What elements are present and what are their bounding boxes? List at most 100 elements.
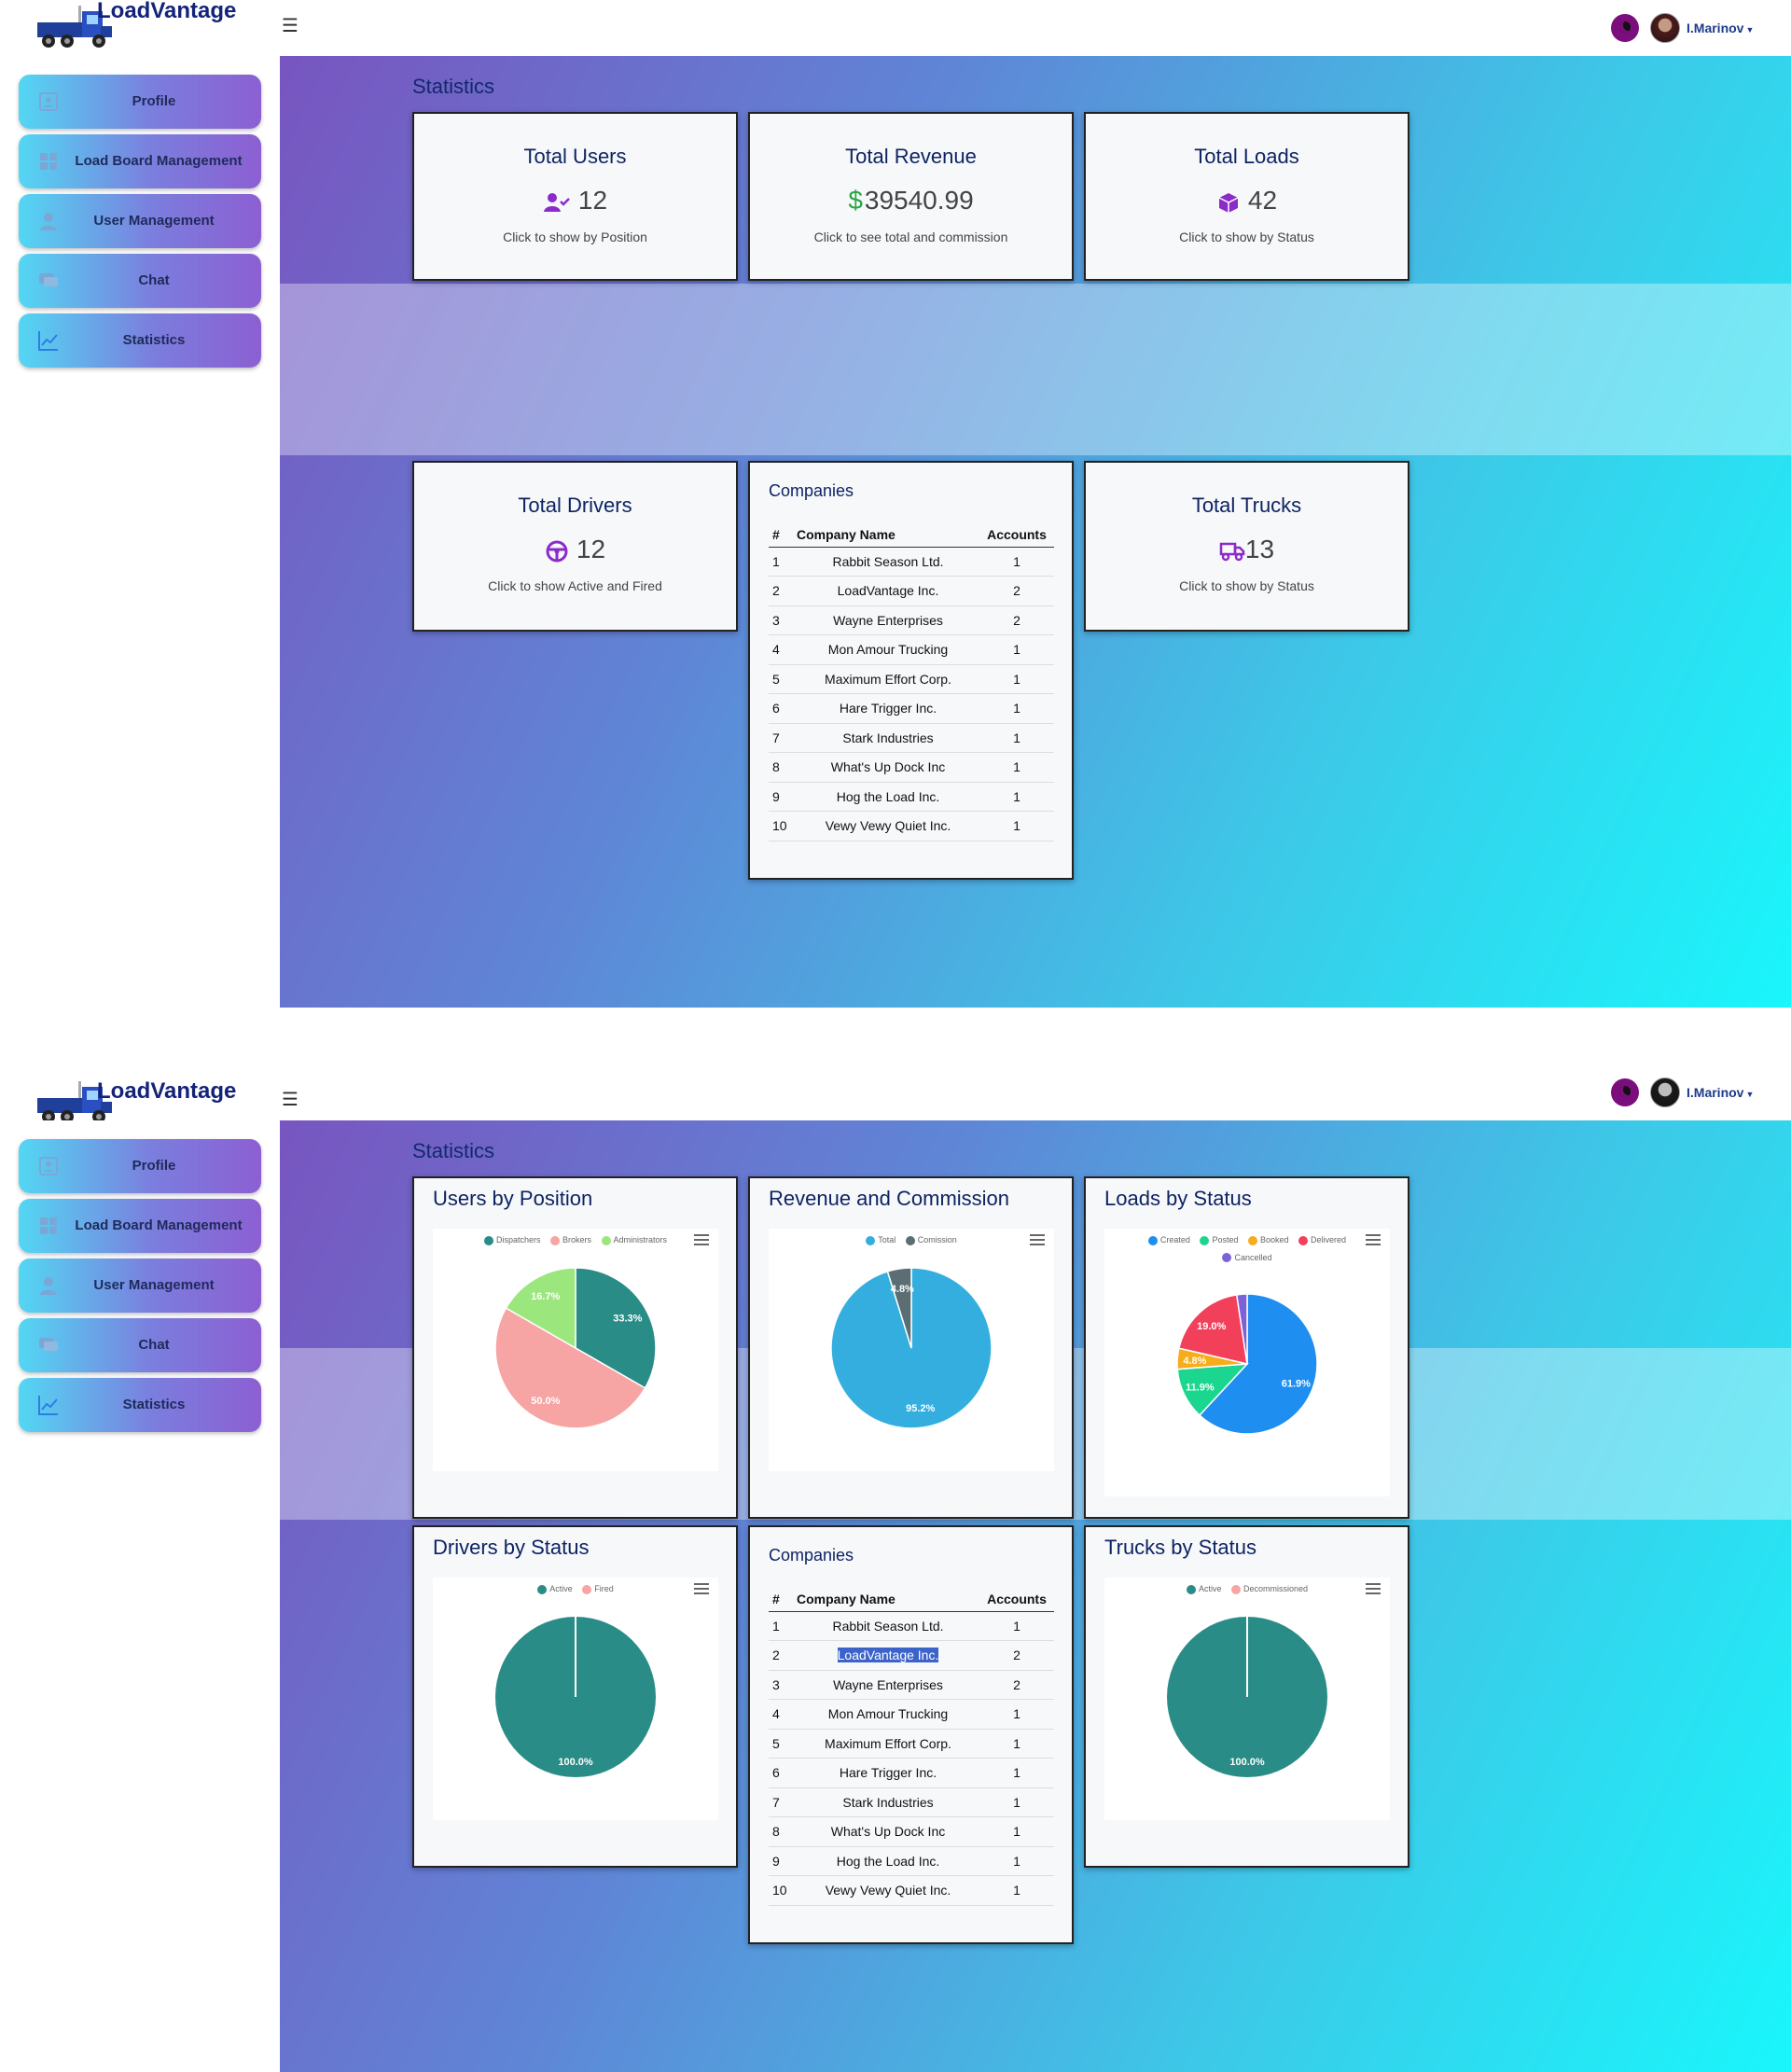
dark-mode-toggle[interactable] bbox=[1611, 14, 1639, 42]
cell-index: 2 bbox=[769, 1640, 797, 1671]
cell-company: Hog the Load Inc. bbox=[797, 782, 979, 812]
dark-mode-toggle[interactable] bbox=[1611, 1078, 1639, 1106]
selected-text[interactable]: LoadVantage Inc. bbox=[837, 1648, 939, 1663]
user-dropdown[interactable]: I.Marinov ▼ bbox=[1687, 21, 1754, 35]
stat-link[interactable]: Click to show by Status bbox=[1086, 229, 1408, 244]
chart-title: Drivers by Status bbox=[433, 1536, 590, 1559]
stat-value: $39540.99 bbox=[750, 186, 1072, 216]
sidebar-item-profile[interactable]: Profile bbox=[19, 1139, 261, 1193]
sidebar-item-label: Chat bbox=[138, 272, 170, 288]
sidebar-item-user-management[interactable]: User Management bbox=[19, 1258, 261, 1313]
total-loads-card[interactable]: Total Loads 42 Click to show by Status bbox=[1084, 112, 1409, 281]
user-name: I.Marinov bbox=[1687, 21, 1744, 35]
sidebar-item-load-board[interactable]: Load Board Management bbox=[19, 1199, 261, 1253]
total-drivers-card[interactable]: Total Drivers 12 Click to show Active an… bbox=[412, 461, 738, 632]
cell-company: LoadVantage Inc. bbox=[797, 576, 979, 606]
cell-index: 3 bbox=[769, 605, 797, 635]
total-trucks-value: 13 bbox=[1244, 535, 1275, 563]
cell-accounts: 2 bbox=[979, 605, 1054, 635]
revenue-commission-card: Revenue and Commission Total Comission 9… bbox=[748, 1176, 1074, 1519]
cell-index: 3 bbox=[769, 1670, 797, 1700]
chart-title: Loads by Status bbox=[1104, 1187, 1252, 1210]
sidebar-item-profile[interactable]: Profile bbox=[19, 75, 261, 129]
cell-accounts: 2 bbox=[979, 576, 1054, 606]
cell-accounts: 1 bbox=[979, 1729, 1054, 1759]
table-row: 6 Hare Trigger Inc. 1 bbox=[769, 1758, 1054, 1788]
chart-container: Active Decommissioned 100.0% bbox=[1104, 1578, 1390, 1820]
pie-data-label: 100.0% bbox=[1229, 1757, 1265, 1768]
stat-link[interactable]: Click to show by Status bbox=[1086, 578, 1408, 593]
dollar-icon: $ bbox=[848, 186, 863, 215]
pie-chart: 33.3% 50.0% 16.7% bbox=[494, 1267, 657, 1429]
avatar[interactable] bbox=[1650, 13, 1680, 43]
total-revenue-card[interactable]: Total Revenue $39540.99 Click to see tot… bbox=[748, 112, 1074, 281]
top-navbar: LoadVantage ☰ I.Marinov ▼ bbox=[0, 1064, 1791, 1123]
cell-index: 5 bbox=[769, 664, 797, 694]
column-header: # bbox=[769, 522, 797, 548]
companies-table: # Company Name Accounts 1 Rabbit Season L… bbox=[769, 1587, 1054, 1906]
table-row: 5 Maximum Effort Corp. 1 bbox=[769, 664, 1054, 694]
stat-title: Total Users bbox=[523, 145, 627, 168]
total-trucks-card[interactable]: Total Trucks 13 Click to show by Status bbox=[1084, 461, 1409, 632]
total-users-card[interactable]: Total Users 12 Click to show by Position bbox=[412, 112, 738, 281]
hamburger-menu-icon[interactable]: ☰ bbox=[282, 17, 300, 35]
cell-company: Rabbit Season Ltd. bbox=[797, 1611, 979, 1641]
cell-accounts: 1 bbox=[979, 1846, 1054, 1876]
main-content: Statistics Users by Position Dispatchers… bbox=[280, 1120, 1791, 2072]
page-title: Statistics bbox=[412, 1139, 495, 1162]
table-row: 4 Mon Amour Trucking 1 bbox=[769, 634, 1054, 665]
moon-icon bbox=[1619, 1086, 1631, 1097]
sidebar-item-label: User Management bbox=[93, 1277, 215, 1293]
pie-chart: 61.9% 11.9% 4.8% 19.0% bbox=[1176, 1293, 1318, 1435]
stat-value: 13 bbox=[1086, 535, 1408, 564]
cell-company: Rabbit Season Ltd. bbox=[797, 547, 979, 577]
sidebar-item-load-board[interactable]: Load Board Management bbox=[19, 134, 261, 188]
sidebar-item-chat[interactable]: Chat bbox=[19, 1318, 261, 1372]
cell-index: 4 bbox=[769, 1699, 797, 1730]
background-band bbox=[280, 284, 1791, 455]
hamburger-menu-icon[interactable]: ☰ bbox=[282, 1091, 300, 1109]
stat-link[interactable]: Click to see total and commission bbox=[750, 229, 1072, 244]
user-dropdown[interactable]: I.Marinov ▼ bbox=[1687, 1085, 1754, 1100]
table-row: 6 Hare Trigger Inc. 1 bbox=[769, 693, 1054, 724]
cell-company: Vewy Vewy Quiet Inc. bbox=[797, 1875, 979, 1906]
sidebar-item-statistics[interactable]: Statistics bbox=[19, 1378, 261, 1432]
cell-company: Maximum Effort Corp. bbox=[797, 664, 979, 694]
stat-value: 42 bbox=[1086, 186, 1408, 216]
brand-name[interactable]: LoadVantage bbox=[97, 0, 236, 24]
sidebar-item-label: Statistics bbox=[122, 1397, 186, 1412]
cell-accounts: 1 bbox=[979, 1611, 1054, 1641]
loads-by-status-card: Loads by Status Created Posted Booked De… bbox=[1084, 1176, 1409, 1519]
cell-company: Mon Amour Trucking bbox=[797, 1699, 979, 1730]
user-name: I.Marinov bbox=[1687, 1085, 1744, 1100]
total-drivers-value: 12 bbox=[576, 535, 606, 563]
cell-index: 5 bbox=[769, 1729, 797, 1759]
cell-index: 4 bbox=[769, 634, 797, 665]
screen-overview: LoadVantage ☰ I.Marinov ▼ Profile Load Bo… bbox=[0, 0, 1791, 1008]
steering-wheel-icon bbox=[546, 540, 568, 563]
stat-link[interactable]: Click to show by Position bbox=[414, 229, 736, 244]
stat-link[interactable]: Click to show Active and Fired bbox=[414, 578, 736, 593]
table-row: 7 Stark Industries 1 bbox=[769, 723, 1054, 753]
cell-accounts: 1 bbox=[979, 664, 1054, 694]
sidebar-item-user-management[interactable]: User Management bbox=[19, 194, 261, 248]
table-row: 10 Vewy Vewy Quiet Inc. 1 bbox=[769, 811, 1054, 841]
cell-accounts: 1 bbox=[979, 1875, 1054, 1906]
table-header-row: # Company Name Accounts bbox=[769, 522, 1054, 548]
caret-down-icon: ▼ bbox=[1745, 1090, 1755, 1099]
cell-index: 2 bbox=[769, 576, 797, 606]
screen-charts: LoadVantage ☰ I.Marinov ▼ Profile Load Bo… bbox=[0, 1064, 1791, 2072]
pie-data-label: 4.8% bbox=[891, 1284, 914, 1295]
avatar[interactable] bbox=[1650, 1078, 1680, 1107]
sidebar-item-label: Statistics bbox=[122, 332, 186, 348]
table-row: 8 What's Up Dock Inc 1 bbox=[769, 1816, 1054, 1847]
cell-accounts: 1 bbox=[979, 1787, 1054, 1817]
sidebar-item-chat[interactable]: Chat bbox=[19, 254, 261, 308]
pie-chart: 100.0% bbox=[495, 1617, 656, 1777]
top-navbar: LoadVantage ☰ I.Marinov ▼ bbox=[0, 0, 1791, 56]
brand-name[interactable]: LoadVantage bbox=[97, 1078, 236, 1105]
companies-title: Companies bbox=[769, 481, 854, 500]
table-row: 10 Vewy Vewy Quiet Inc. 1 bbox=[769, 1875, 1054, 1906]
sidebar-item-statistics[interactable]: Statistics bbox=[19, 313, 261, 368]
sidebar: Profile Load Board Management User Manag… bbox=[0, 1120, 280, 2072]
